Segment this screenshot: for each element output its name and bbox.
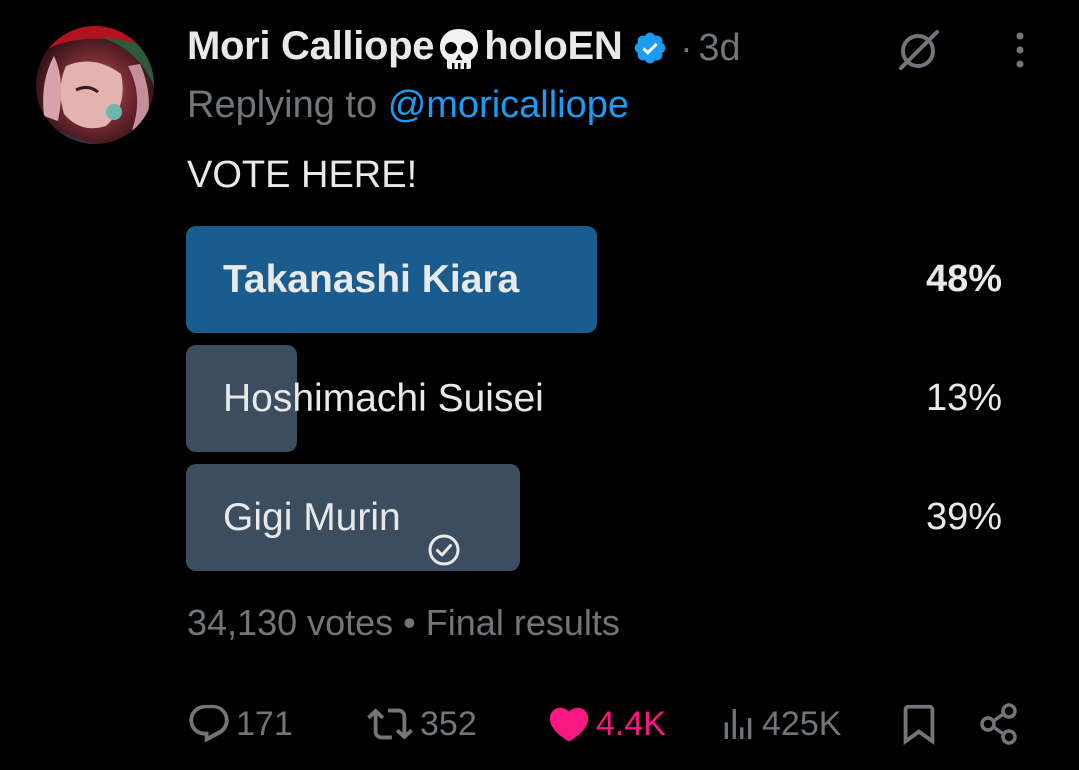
action-bar: 171 352 4.4K 425K xyxy=(186,696,1026,752)
share-button[interactable] xyxy=(976,696,1022,752)
repost-icon xyxy=(364,701,416,747)
replying-handle-link[interactable]: @moricalliope xyxy=(388,84,629,126)
poll-option-text: Takanashi Kiara xyxy=(223,258,520,301)
author-name-part1[interactable]: Mori Calliope xyxy=(187,24,435,69)
author-name[interactable]: Mori Calliope holoEN xyxy=(187,24,623,72)
poll-option-label: Gigi Murin xyxy=(223,464,461,571)
poll-option-text: Hoshimachi Suisei xyxy=(223,377,544,420)
replying-prefix: Replying to xyxy=(187,84,378,126)
poll-option: Hoshimachi Suisei 13% xyxy=(186,345,1002,452)
more-options-icon[interactable] xyxy=(1008,28,1032,72)
like-count: 4.4K xyxy=(596,704,666,743)
repost-button[interactable]: 352 xyxy=(364,696,477,752)
repost-count: 352 xyxy=(420,704,477,743)
poll-status: Final results xyxy=(425,602,620,643)
views-button[interactable]: 425K xyxy=(718,696,841,752)
skull-icon xyxy=(436,26,482,72)
heart-icon xyxy=(546,701,592,747)
poll-footer: 34,130 votes • Final results xyxy=(187,602,620,644)
poll-option-percent: 13% xyxy=(925,377,1002,419)
bookmark-icon xyxy=(896,701,942,747)
poll-option-percent: 39% xyxy=(925,496,1002,538)
views-count: 425K xyxy=(762,704,842,743)
poll-option: Takanashi Kiara 48% xyxy=(186,226,1002,333)
poll: Takanashi Kiara 48% Hoshimachi Suisei 13… xyxy=(186,226,1002,583)
reply-count: 171 xyxy=(236,704,293,743)
reply-button[interactable]: 171 xyxy=(186,696,293,752)
poll-option-text: Gigi Murin xyxy=(223,496,401,539)
poll-option-label: Takanashi Kiara xyxy=(223,226,519,333)
voted-check-icon xyxy=(427,501,461,565)
author-name-part2[interactable]: holoEN xyxy=(484,24,622,69)
views-icon xyxy=(718,701,758,747)
bookmark-button[interactable] xyxy=(896,696,942,752)
tweet-timestamp[interactable]: 3d xyxy=(698,27,740,70)
poll-option-label: Hoshimachi Suisei xyxy=(223,345,544,452)
poll-vote-count: 34,130 votes xyxy=(187,602,394,643)
reply-icon xyxy=(186,701,232,747)
tweet-text: VOTE HERE! xyxy=(187,154,418,196)
share-icon xyxy=(976,701,1022,747)
replying-to: Replying to @moricalliope xyxy=(187,84,629,127)
separator-dot: · xyxy=(680,27,693,68)
poll-option: Gigi Murin 39% xyxy=(186,464,1002,571)
poll-option-percent: 48% xyxy=(925,258,1002,300)
poll-footer-separator: • xyxy=(403,602,416,643)
verified-badge-icon[interactable] xyxy=(632,30,668,66)
grok-icon[interactable] xyxy=(893,28,943,72)
like-button[interactable]: 4.4K xyxy=(546,696,666,752)
tweet-header: Mori Calliope holoEN · 3d xyxy=(187,22,741,74)
avatar[interactable] xyxy=(36,26,154,144)
